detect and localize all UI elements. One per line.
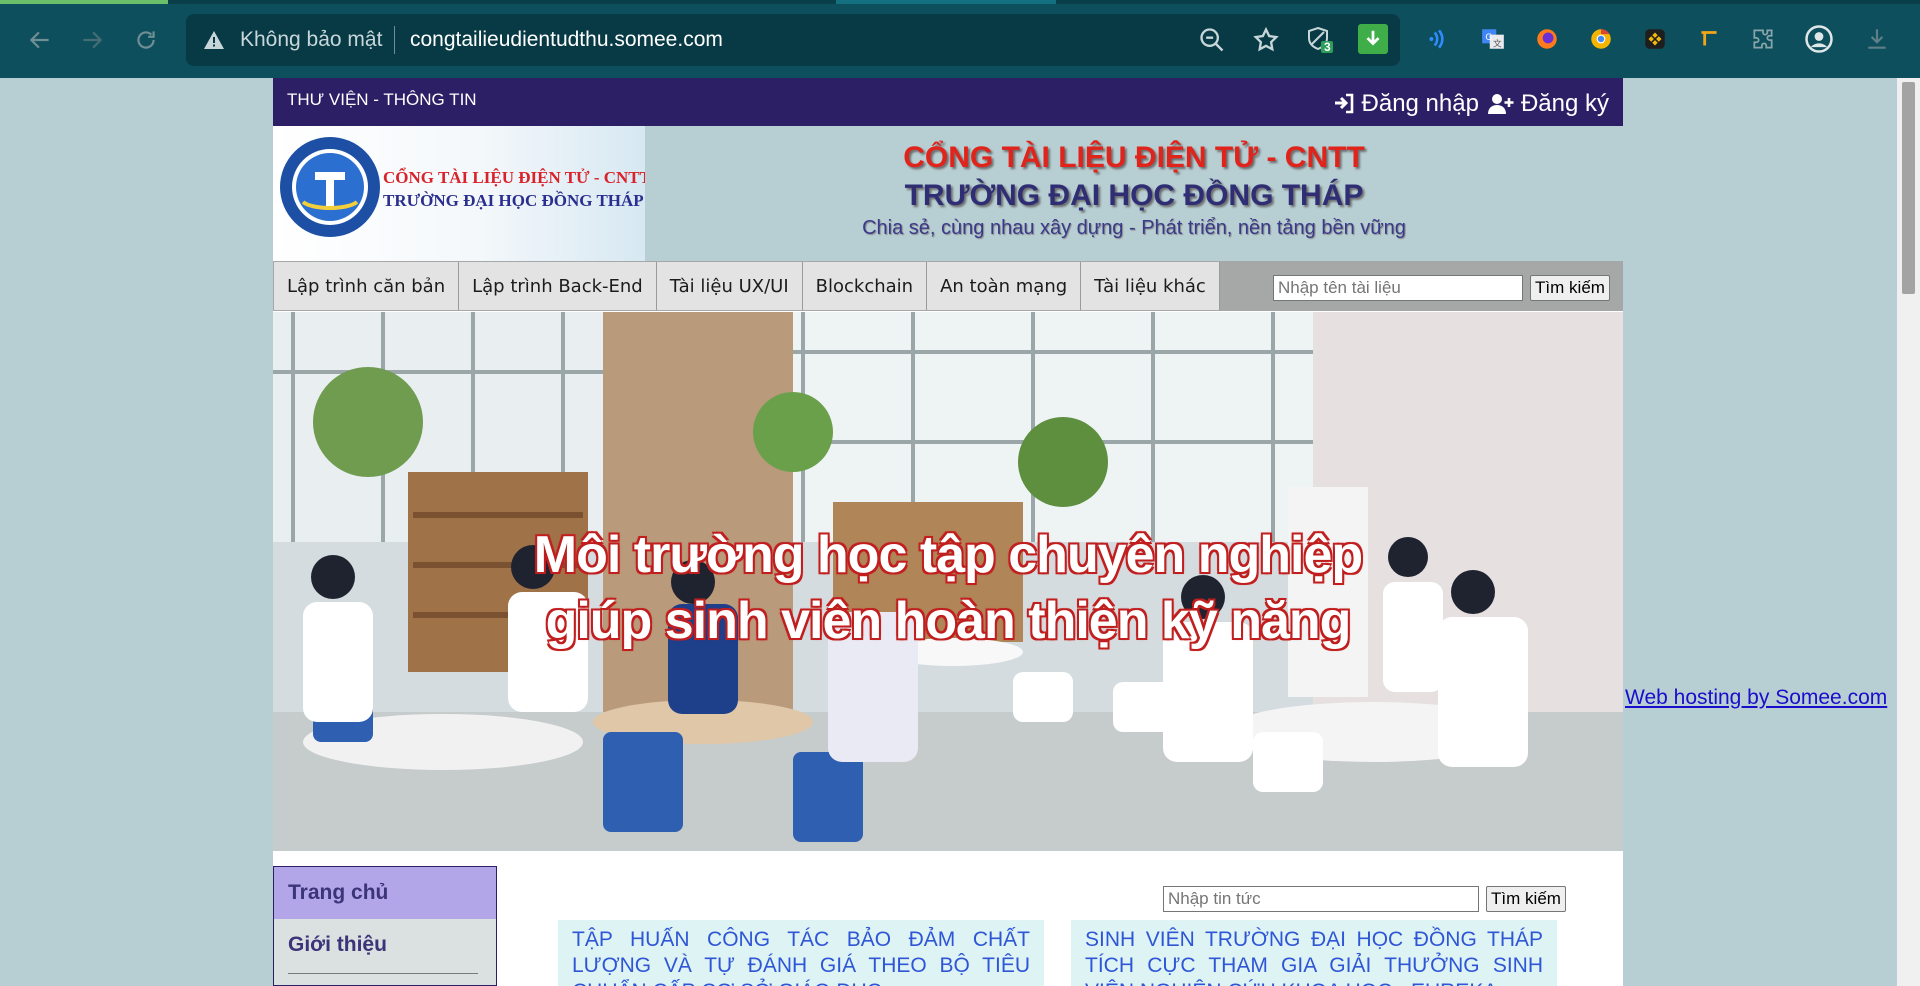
scrollbar-thumb[interactable] xyxy=(1902,82,1915,294)
news-card-title[interactable]: SINH VIÊN TRƯỜNG ĐẠI HỌC ĐỒNG THÁP TÍCH … xyxy=(1085,927,1543,986)
register-link[interactable]: Đăng ký xyxy=(1487,90,1609,118)
reload-button[interactable] xyxy=(130,24,162,56)
arrow-left-icon xyxy=(29,31,49,49)
shield-badge: 3 xyxy=(1324,40,1331,54)
document-search-input[interactable] xyxy=(1273,275,1523,301)
sidebar-item-about[interactable]: Giới thiệu xyxy=(274,919,496,971)
auth-links: Đăng nhập Đăng ký xyxy=(1332,90,1609,118)
menu-list: Lập trình căn bản Lập trình Back-End Tài… xyxy=(274,262,1220,310)
site-logo[interactable]: CỔNG TÀI LIỆU ĐIỆN TỬ - CNTT TRƯỜNG ĐẠI … xyxy=(273,126,645,261)
news-search-button[interactable]: Tìm kiếm xyxy=(1486,886,1566,912)
menu-item-network-security[interactable]: An toàn mạng xyxy=(927,262,1082,310)
tab-strip xyxy=(0,0,1920,4)
login-link[interactable]: Đăng nhập xyxy=(1332,90,1479,118)
downloads-icon[interactable] xyxy=(1862,24,1892,54)
header-university: TRƯỜNG ĐẠI HỌC ĐỒNG THÁP xyxy=(904,179,1364,212)
topbar-title: THƯ VIỆN - THÔNG TIN xyxy=(287,90,477,109)
main-menu: Lập trình căn bản Lập trình Back-End Tài… xyxy=(273,261,1623,311)
news-search-input[interactable] xyxy=(1163,886,1479,912)
news-card[interactable]: TẬP HUẤN CÔNG TÁC BẢO ĐẢM CHẤT LƯỢNG VÀ … xyxy=(558,920,1044,986)
address-divider xyxy=(394,26,395,54)
pin-extension-icon[interactable] xyxy=(1694,24,1724,54)
menu-item-ux-ui[interactable]: Tài liệu UX/UI xyxy=(656,262,803,310)
warning-icon xyxy=(204,31,224,49)
svg-text:G: G xyxy=(1485,33,1492,43)
download-extension-icon[interactable] xyxy=(1358,24,1388,54)
back-button[interactable] xyxy=(24,24,56,56)
url-text[interactable]: congtailieudientudthu.somee.com xyxy=(410,28,723,52)
sign-in-icon xyxy=(1334,93,1353,114)
login-label: Đăng nhập xyxy=(1361,90,1479,117)
reload-icon xyxy=(137,31,155,49)
sidebar-divider xyxy=(288,973,478,974)
page-container: THƯ VIỆN - THÔNG TIN Đăng nhập Đăng ký C… xyxy=(273,78,1623,986)
bookmark-star-icon[interactable] xyxy=(1252,26,1280,54)
header-titles: CỔNG TÀI LIỆU ĐIỆN TỬ - CNTT TRƯỜNG ĐẠI … xyxy=(645,126,1623,240)
firefox-extension-icon[interactable] xyxy=(1532,24,1562,54)
university-seal-icon xyxy=(280,137,380,237)
sidebar-item-home[interactable]: Trang chủ xyxy=(274,867,496,919)
wifi-extension-icon[interactable] xyxy=(1424,24,1454,54)
site-header: CỔNG TÀI LIỆU ĐIỆN TỬ - CNTT TRƯỜNG ĐẠI … xyxy=(273,126,1623,261)
banner-caption-line2: giúp sinh viên hoàn thiện kỹ năng xyxy=(545,592,1352,650)
arrow-right-icon xyxy=(83,31,103,49)
address-bar[interactable]: Không bảo mật congtailieudientudthu.some… xyxy=(186,14,1400,66)
forward-button[interactable] xyxy=(76,24,108,56)
logo-line1: CỔNG TÀI LIỆU ĐIỆN TỬ - CNTT xyxy=(383,168,645,187)
sidebar-menu: Trang chủ Giới thiệu xyxy=(273,866,497,986)
security-label[interactable]: Không bảo mật xyxy=(240,28,382,52)
register-label: Đăng ký xyxy=(1520,90,1609,117)
header-slogan: Chia sẻ, cùng nhau xây dựng - Phát triển… xyxy=(862,217,1406,239)
somee-hosting-link[interactable]: Web hosting by Somee.com xyxy=(1625,686,1887,710)
header-title: CỔNG TÀI LIỆU ĐIỆN TỬ - CNTT xyxy=(903,141,1365,174)
user-plus-icon xyxy=(1487,94,1514,114)
menu-item-basic-programming[interactable]: Lập trình căn bản xyxy=(274,262,460,310)
news-card-title[interactable]: TẬP HUẤN CÔNG TÁC BẢO ĐẢM CHẤT LƯỢNG VÀ … xyxy=(572,927,1030,986)
menu-item-blockchain[interactable]: Blockchain xyxy=(802,262,928,310)
hero-banner: Môi trường học tập chuyên nghiệp giúp si… xyxy=(273,312,1623,851)
menu-item-back-end[interactable]: Lập trình Back-End xyxy=(459,262,657,310)
puzzle-icon[interactable] xyxy=(1748,24,1778,54)
zoom-out-icon[interactable] xyxy=(1198,26,1226,54)
banner-caption: Môi trường học tập chuyên nghiệp giúp si… xyxy=(273,522,1623,654)
browser-toolbar: Không bảo mật congtailieudientudthu.some… xyxy=(0,0,1920,78)
translate-extension-icon[interactable]: G文 xyxy=(1478,24,1508,54)
chrome-extension-icon[interactable] xyxy=(1586,24,1616,54)
banner-caption-line1: Môi trường học tập chuyên nghiệp xyxy=(533,526,1363,584)
news-card[interactable]: SINH VIÊN TRƯỜNG ĐẠI HỌC ĐỒNG THÁP TÍCH … xyxy=(1071,920,1557,986)
document-search-button[interactable]: Tìm kiếm xyxy=(1530,275,1610,301)
page-scrollbar[interactable] xyxy=(1897,78,1920,986)
menu-item-other-docs[interactable]: Tài liệu khác xyxy=(1081,262,1220,310)
profile-avatar-icon[interactable] xyxy=(1804,24,1834,54)
top-bar: THƯ VIỆN - THÔNG TIN Đăng nhập Đăng ký xyxy=(273,78,1623,126)
svg-text:文: 文 xyxy=(1493,38,1502,50)
logo-line2: TRƯỜNG ĐẠI HỌC ĐỒNG THÁP xyxy=(383,191,644,210)
binance-extension-icon[interactable] xyxy=(1640,24,1670,54)
